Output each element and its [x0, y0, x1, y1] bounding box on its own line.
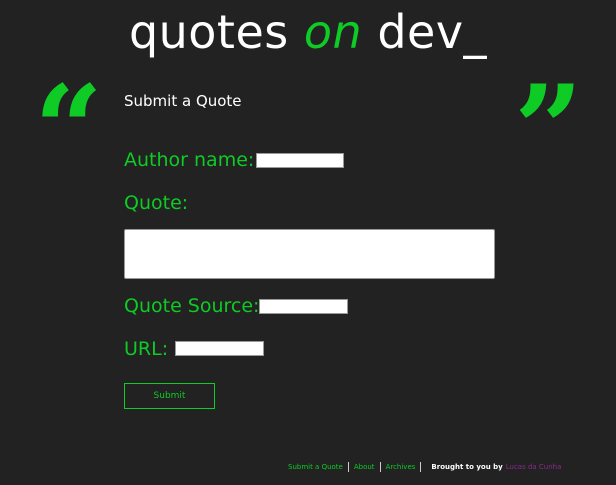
- footer: Submit a Quote About Archives Brought to…: [288, 462, 561, 472]
- quote-source-input[interactable]: [259, 299, 348, 314]
- footer-credit-text: Brought to you by: [431, 463, 503, 471]
- logo-word-on: on: [303, 5, 363, 59]
- footer-link-submit[interactable]: Submit a Quote: [288, 463, 343, 471]
- author-name-label: Author name:: [124, 149, 255, 171]
- footer-link-archives[interactable]: Archives: [386, 463, 416, 471]
- quote-label: Quote:: [124, 192, 189, 214]
- footer-credit-author-link[interactable]: Lucas da Cunha: [506, 463, 562, 471]
- footer-divider: [379, 462, 381, 472]
- close-quote-icon: ”: [514, 59, 584, 200]
- logo-word-quotes: quotes: [128, 5, 289, 59]
- url-label: URL:: [124, 338, 169, 360]
- open-quote-icon: “: [34, 59, 104, 200]
- logo-word-dev: dev_: [377, 5, 488, 59]
- submit-button[interactable]: Submit: [124, 383, 215, 409]
- site-logo[interactable]: quotes on dev_: [0, 2, 616, 62]
- form-title: Submit a Quote: [124, 92, 242, 110]
- footer-link-about[interactable]: About: [354, 463, 375, 471]
- page: quotes on dev_ “ ” Submit a Quote Author…: [0, 0, 616, 485]
- url-input[interactable]: [175, 341, 264, 356]
- footer-divider: [347, 462, 349, 472]
- author-name-input[interactable]: [256, 153, 344, 168]
- quote-textarea[interactable]: [124, 229, 495, 279]
- footer-divider: [420, 462, 422, 472]
- quote-source-label: Quote Source:: [124, 295, 260, 317]
